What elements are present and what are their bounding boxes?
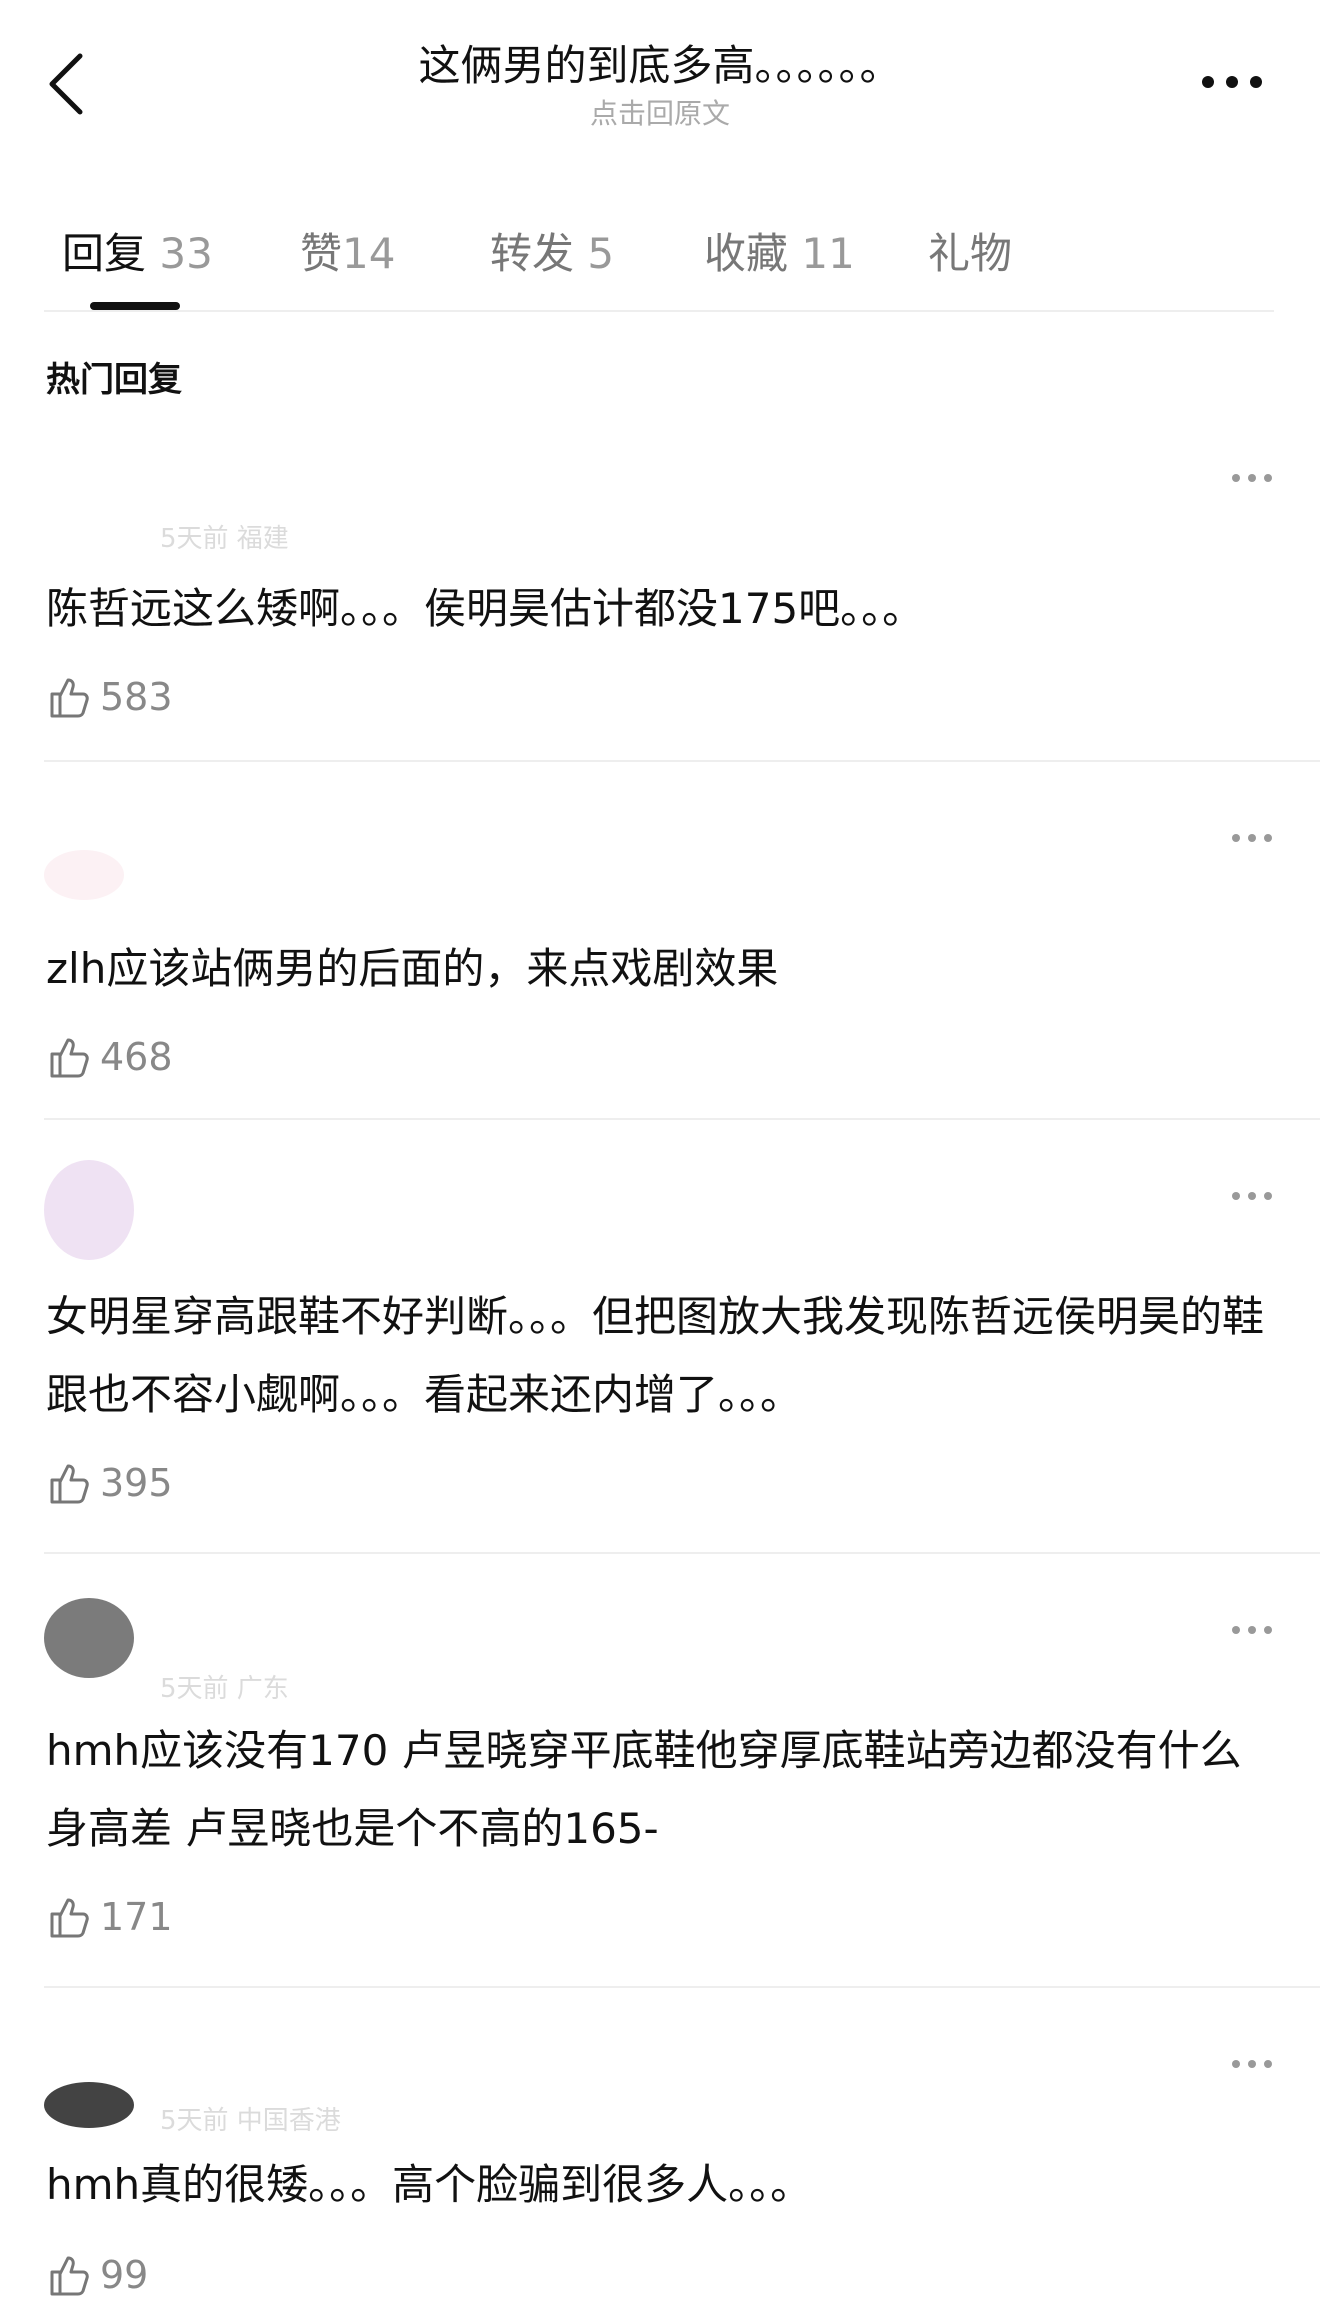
- comment-text: 陈哲远这么矮啊。。。侯明昊估计都没175吧。。。: [46, 584, 925, 633]
- like-count: 99: [100, 2253, 149, 2297]
- comment-divider: [44, 1118, 1320, 1120]
- comment-divider: [44, 760, 1320, 762]
- comment-divider: [44, 1552, 1320, 1554]
- tabs-divider: [44, 310, 1274, 312]
- thumbs-up-icon: [50, 1038, 89, 1078]
- like-count: 395: [100, 1461, 173, 1505]
- more-dots-icon: [1232, 1192, 1272, 1200]
- back-to-original-link[interactable]: 点击回原文: [0, 96, 1320, 132]
- more-dots-icon: [1232, 474, 1272, 482]
- like-button[interactable]: 583: [46, 672, 173, 722]
- comment-text: hmh应该没有170 卢昱晓穿平底鞋他穿厚底鞋站旁边都没有什么身高差 卢昱晓也是…: [46, 1726, 1242, 1853]
- comment-meta: 5天前 中国香港: [160, 2106, 341, 2136]
- avatar[interactable]: [44, 1160, 134, 1260]
- comment-more-button[interactable]: [1230, 470, 1274, 484]
- like-count: 171: [100, 1895, 173, 1939]
- thumbs-up-icon: [50, 678, 89, 718]
- like-button[interactable]: 468: [46, 1032, 173, 1082]
- comment-more-button[interactable]: [1230, 2056, 1274, 2070]
- more-options-button[interactable]: [1200, 70, 1264, 94]
- like-count: 583: [100, 675, 173, 719]
- comment-item: 女明星穿高跟鞋不好判断。。。但把图放大我发现陈哲远侯明昊的鞋跟也不容小觑啊。。。…: [0, 1148, 1320, 1548]
- tab-gifts[interactable]: 礼物: [928, 220, 1012, 281]
- like-button[interactable]: 171: [46, 1892, 173, 1942]
- comment-item: zlh应该站俩男的后面的，来点戏剧效果 468: [0, 790, 1320, 1120]
- comment-text: hmh真的很矮。。。高个脸骗到很多人。。。: [46, 2160, 813, 2209]
- avatar[interactable]: [44, 1598, 134, 1678]
- thumbs-up-icon: [50, 2256, 89, 2296]
- avatar[interactable]: [44, 850, 124, 900]
- thumbs-up-icon: [50, 1464, 89, 1504]
- active-tab-indicator: [90, 302, 180, 310]
- comment-text: zlh应该站俩男的后面的，来点戏剧效果: [46, 944, 779, 993]
- comment-item: 5天前 中国香港 hmh真的很矮。。。高个脸骗到很多人。。。 99: [0, 2016, 1320, 2320]
- comment-text: 女明星穿高跟鞋不好判断。。。但把图放大我发现陈哲远侯明昊的鞋跟也不容小觑啊。。。…: [46, 1292, 1265, 1419]
- comment-meta: 5天前 广东: [160, 1674, 289, 1704]
- comment-item: 5天前 福建 陈哲远这么矮啊。。。侯明昊估计都没175吧。。。 583: [0, 430, 1320, 760]
- section-title-hot-replies: 热门回复: [46, 360, 182, 400]
- tab-favorites[interactable]: 收藏 11: [704, 220, 855, 281]
- title-block[interactable]: 这俩男的到底多高。。。。。。 点击回原文: [0, 36, 1320, 132]
- thumbs-up-icon: [50, 1898, 89, 1938]
- page-title: 这俩男的到底多高。。。。。。: [418, 41, 902, 90]
- more-dots-icon: [1232, 834, 1272, 842]
- more-dots-icon: [1232, 2060, 1272, 2068]
- tab-likes[interactable]: 赞14: [300, 220, 395, 281]
- more-dots-icon: [1232, 1626, 1272, 1634]
- comment-divider: [44, 1986, 1320, 1988]
- comment-more-button[interactable]: [1230, 830, 1274, 844]
- comment-more-button[interactable]: [1230, 1188, 1274, 1202]
- comment-more-button[interactable]: [1230, 1622, 1274, 1636]
- tab-replies[interactable]: 回复 33: [62, 220, 213, 281]
- comment-item: 5天前 广东 hmh应该没有170 卢昱晓穿平底鞋他穿厚底鞋站旁边都没有什么身高…: [0, 1582, 1320, 1982]
- tab-bar: 回复 33 赞14 转发 5 收藏 11 礼物: [0, 190, 1320, 310]
- comment-meta: 5天前 福建: [160, 524, 289, 554]
- top-bar: 这俩男的到底多高。。。。。。 点击回原文: [0, 0, 1320, 150]
- like-button[interactable]: 99: [46, 2250, 148, 2300]
- more-dots-icon: [1202, 76, 1262, 88]
- tab-reposts[interactable]: 转发 5: [490, 220, 614, 281]
- like-button[interactable]: 395: [46, 1458, 173, 1508]
- avatar[interactable]: [44, 2082, 134, 2128]
- like-count: 468: [100, 1035, 173, 1079]
